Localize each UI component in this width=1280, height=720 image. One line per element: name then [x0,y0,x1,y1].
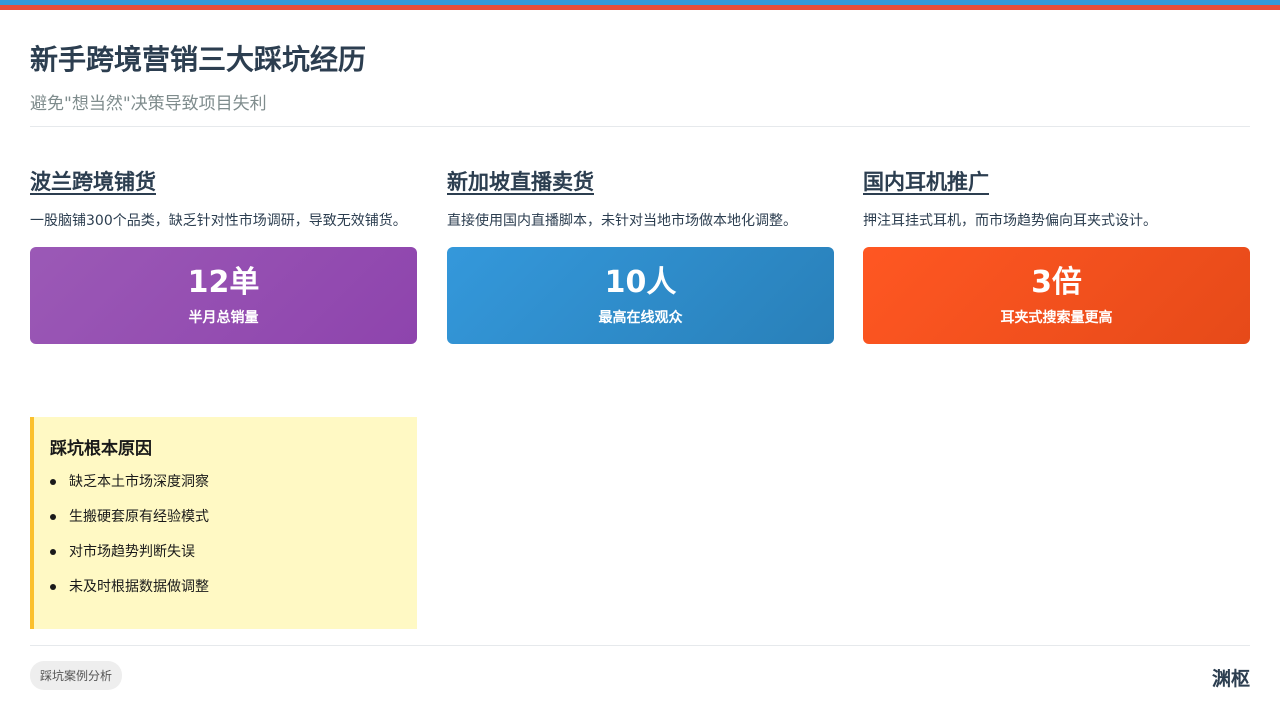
footer-tag: 踩坑案例分析 [30,661,123,690]
list-item: 对市场趋势判断失误 [50,541,401,576]
stat-label: 最高在线观众 [598,310,683,326]
list-item-text: 对市场趋势判断失误 [69,544,195,560]
stat-value: 12单 [187,265,260,300]
case-card-singapore: 新加坡直播卖货 直接使用国内直播脚本，未针对当地市场做本地化调整。 10人 最高… [447,166,834,344]
brand-logo: 渊枢 [1211,668,1250,690]
case-title[interactable]: 国内耳机推广 [863,166,989,196]
bullet-icon [50,549,56,555]
case-title[interactable]: 新加坡直播卖货 [447,166,594,196]
list-item-text: 缺乏本土市场深度洞察 [69,474,209,490]
stat-label: 耳夹式搜索量更高 [1000,310,1113,326]
root-causes-box: 踩坑根本原因 缺乏本土市场深度洞察 生搬硬套原有经验模式 对市场趋势判断失误 未… [30,417,417,629]
list-item: 未及时根据数据做调整 [50,576,401,611]
list-item-text: 未及时根据数据做调整 [69,579,209,595]
stat-value: 3倍 [1031,265,1082,300]
stat-box: 12单 半月总销量 [30,247,417,344]
top-accent-bar [0,0,1280,10]
case-card-earphones: 国内耳机推广 押注耳挂式耳机，而市场趋势偏向耳夹式设计。 3倍 耳夹式搜索量更高 [863,166,1250,344]
bullet-icon [50,479,56,485]
list-item-text: 生搬硬套原有经验模式 [69,509,209,525]
footer-divider [30,645,1250,646]
case-card-poland: 波兰跨境铺货 一股脑铺300个品类，缺乏针对性市场调研，导致无效铺货。 12单 … [30,166,417,344]
bullet-icon [50,514,56,520]
list-item: 缺乏本土市场深度洞察 [50,471,401,506]
case-description: 一股脑铺300个品类，缺乏针对性市场调研，导致无效铺货。 [30,213,407,229]
page-subtitle: 避免"想当然"决策导致项目失利 [30,94,267,114]
slide: 新手跨境营销三大踩坑经历 避免"想当然"决策导致项目失利 波兰跨境铺货 一股脑铺… [30,10,1250,720]
stat-box: 3倍 耳夹式搜索量更高 [863,247,1250,344]
header-divider [30,126,1250,127]
stat-value: 10人 [604,265,677,300]
root-causes-list: 缺乏本土市场深度洞察 生搬硬套原有经验模式 对市场趋势判断失误 未及时根据数据做… [50,471,401,611]
page-title: 新手跨境营销三大踩坑经历 [30,43,367,76]
stat-box: 10人 最高在线观众 [447,247,834,344]
case-description: 押注耳挂式耳机，而市场趋势偏向耳夹式设计。 [863,213,1157,229]
stat-label: 半月总销量 [188,310,259,326]
case-title[interactable]: 波兰跨境铺货 [30,166,156,196]
root-causes-title: 踩坑根本原因 [50,439,152,459]
bullet-icon [50,584,56,590]
case-description: 直接使用国内直播脚本，未针对当地市场做本地化调整。 [447,213,797,229]
list-item: 生搬硬套原有经验模式 [50,506,401,541]
